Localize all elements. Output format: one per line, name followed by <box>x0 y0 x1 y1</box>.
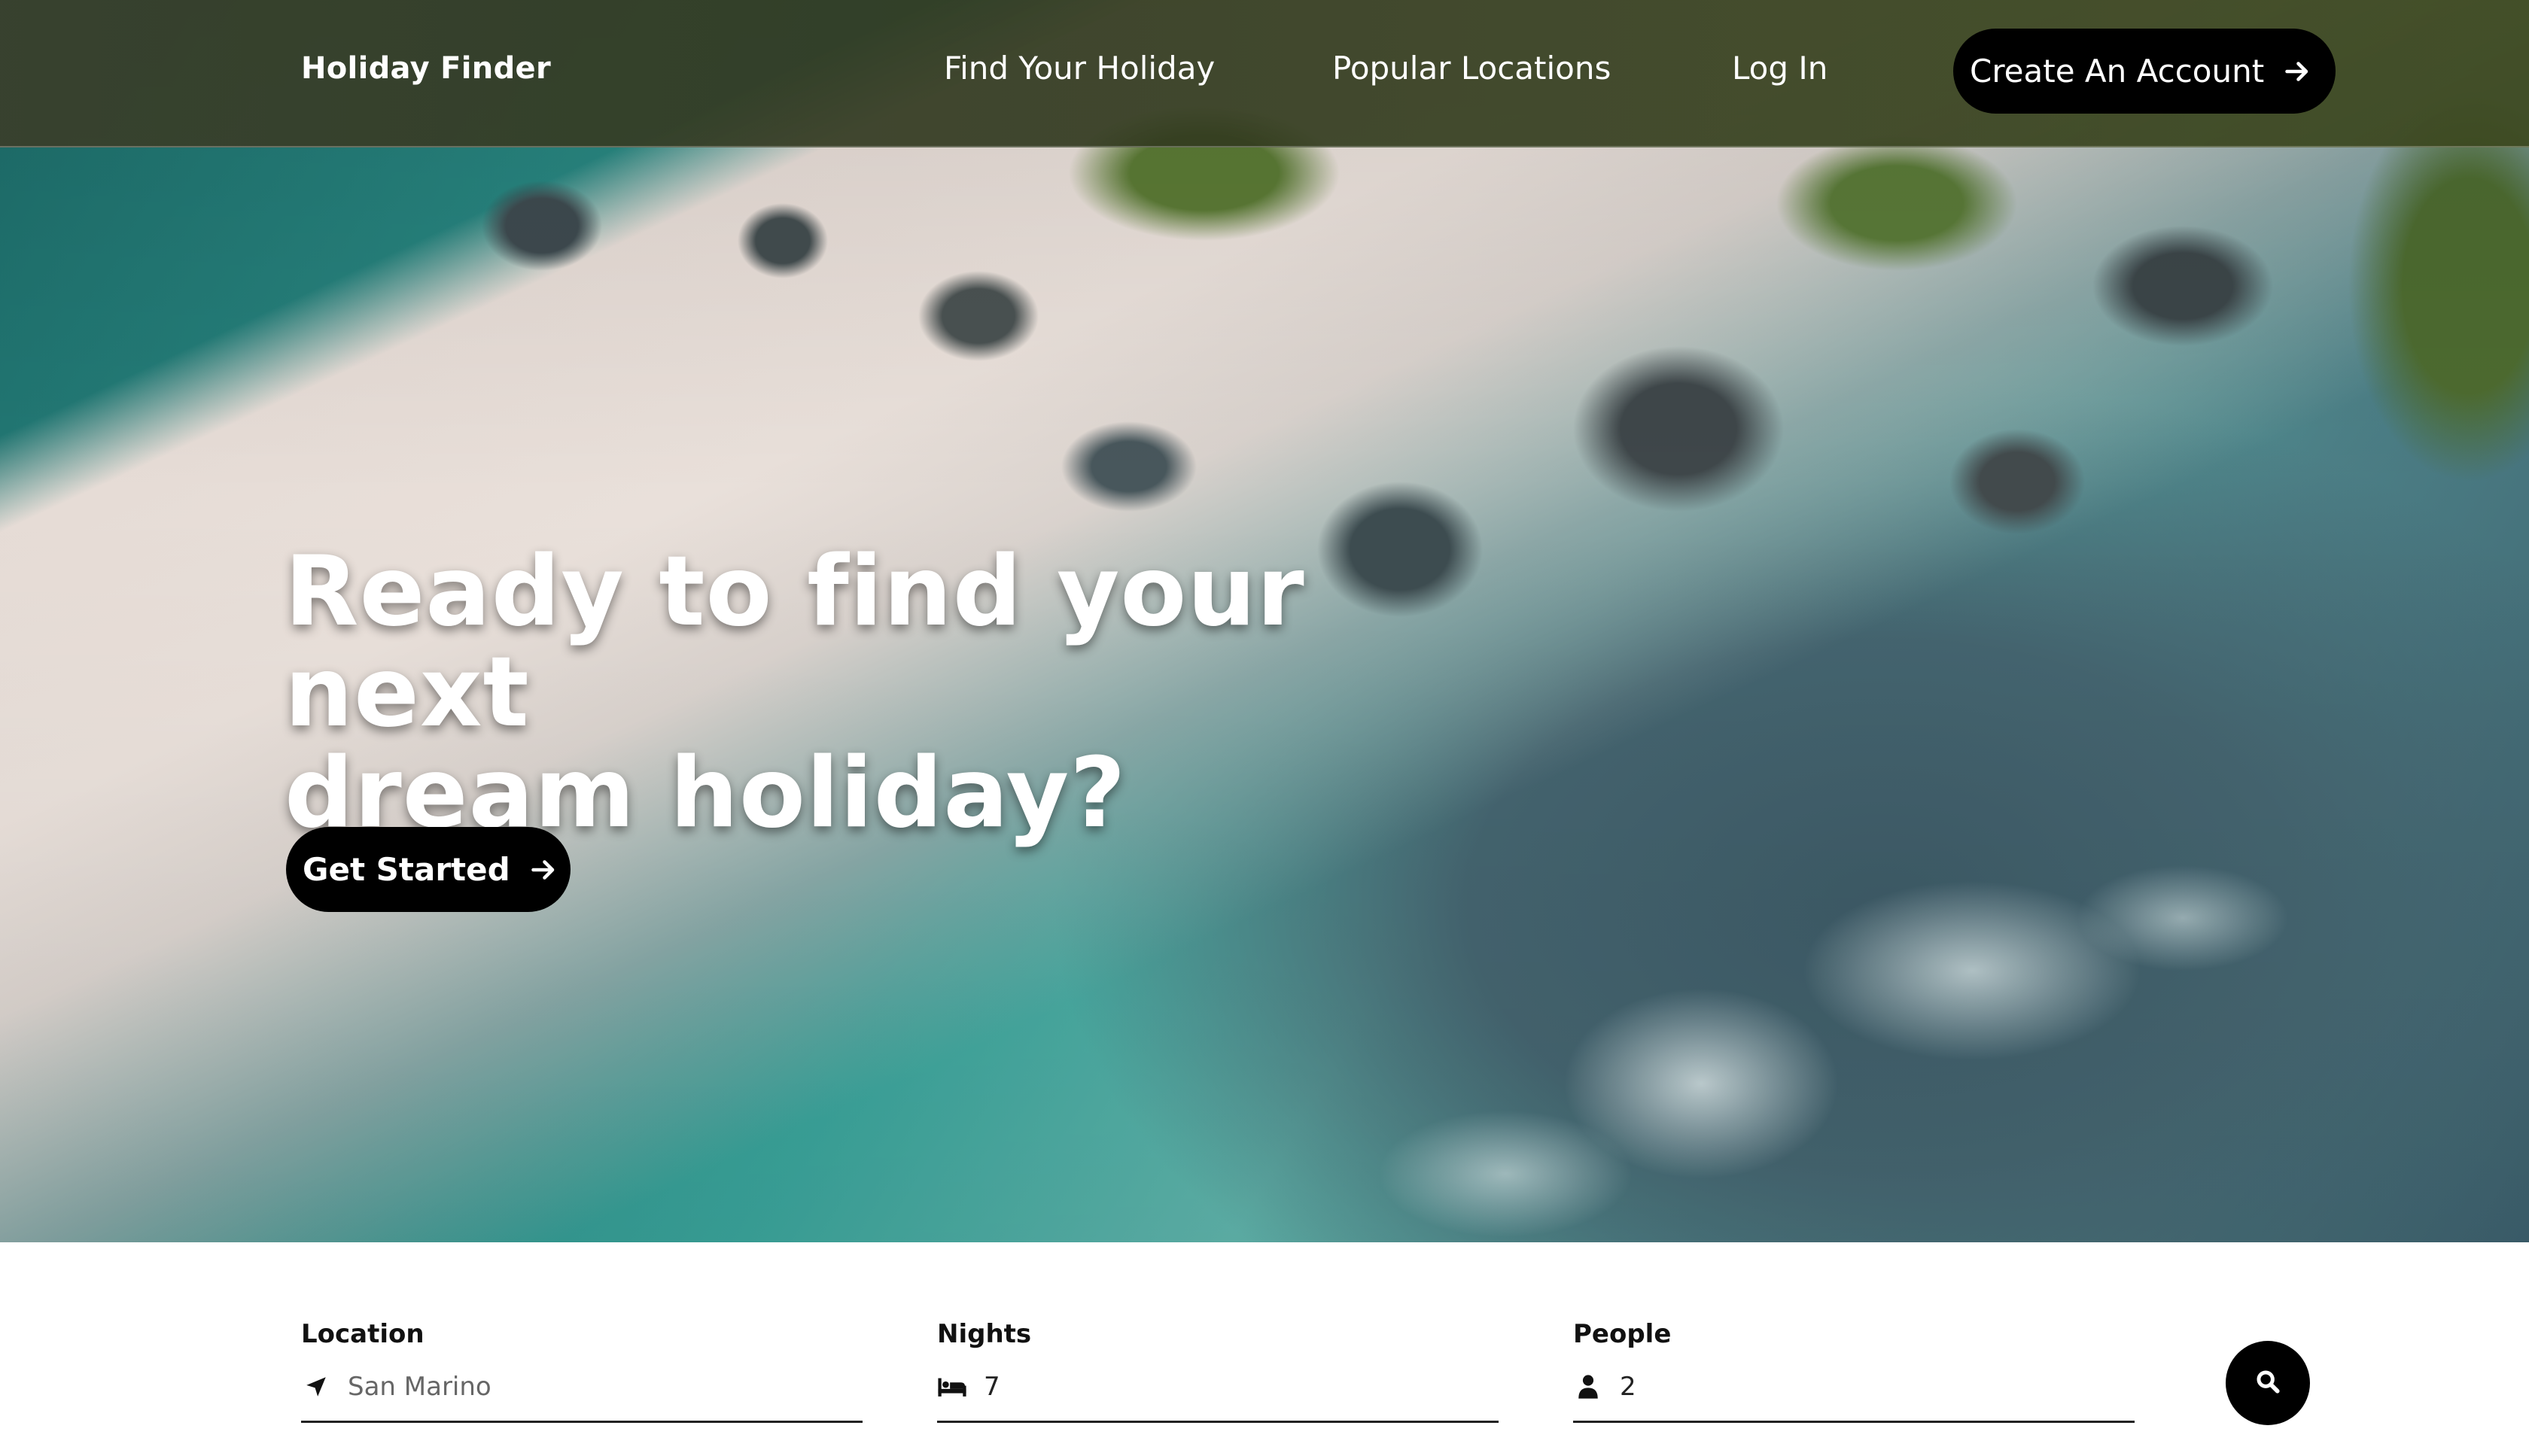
nights-field: Nights 7 <box>937 1318 1499 1423</box>
holiday-search-bar: Location San Marino Nights 7 People 2 <box>0 1242 2529 1456</box>
arrow-right-icon <box>2284 58 2311 85</box>
brand-logo[interactable]: Holiday Finder <box>301 51 551 86</box>
nights-value: 7 <box>984 1372 1000 1402</box>
location-input[interactable]: San Marino <box>301 1372 863 1423</box>
get-started-label: Get Started <box>303 851 510 888</box>
people-label: People <box>1573 1319 1672 1349</box>
bed-icon <box>937 1372 967 1402</box>
nights-input[interactable]: 7 <box>937 1372 1499 1423</box>
location-placeholder: San Marino <box>348 1372 491 1402</box>
hero-headline: Ready to find your next dream holiday? <box>285 542 1414 844</box>
location-label: Location <box>301 1319 425 1349</box>
search-submit-button[interactable] <box>2226 1341 2310 1425</box>
user-icon <box>1573 1372 1603 1402</box>
nav-link-log-in[interactable]: Log In <box>1732 50 1828 87</box>
nav-link-find-your-holiday[interactable]: Find Your Holiday <box>944 50 1215 87</box>
top-navbar: Holiday Finder Find Your Holiday Popular… <box>0 0 2529 147</box>
create-account-label: Create An Account <box>1970 53 2265 90</box>
people-value: 2 <box>1620 1372 1636 1402</box>
arrow-right-icon <box>530 856 557 883</box>
location-arrow-icon <box>301 1372 331 1402</box>
hero-headline-line1: Ready to find your next <box>285 536 1305 749</box>
nav-link-popular-locations[interactable]: Popular Locations <box>1332 50 1611 87</box>
get-started-button[interactable]: Get Started <box>286 827 571 912</box>
create-account-button[interactable]: Create An Account <box>1953 29 2336 114</box>
search-icon <box>2255 1369 2281 1397</box>
people-input[interactable]: 2 <box>1573 1372 2135 1423</box>
people-field: People 2 <box>1573 1318 2135 1423</box>
nights-label: Nights <box>937 1319 1032 1349</box>
location-field: Location San Marino <box>301 1318 863 1423</box>
hero-background-image: Holiday Finder Find Your Holiday Popular… <box>0 0 2529 1242</box>
